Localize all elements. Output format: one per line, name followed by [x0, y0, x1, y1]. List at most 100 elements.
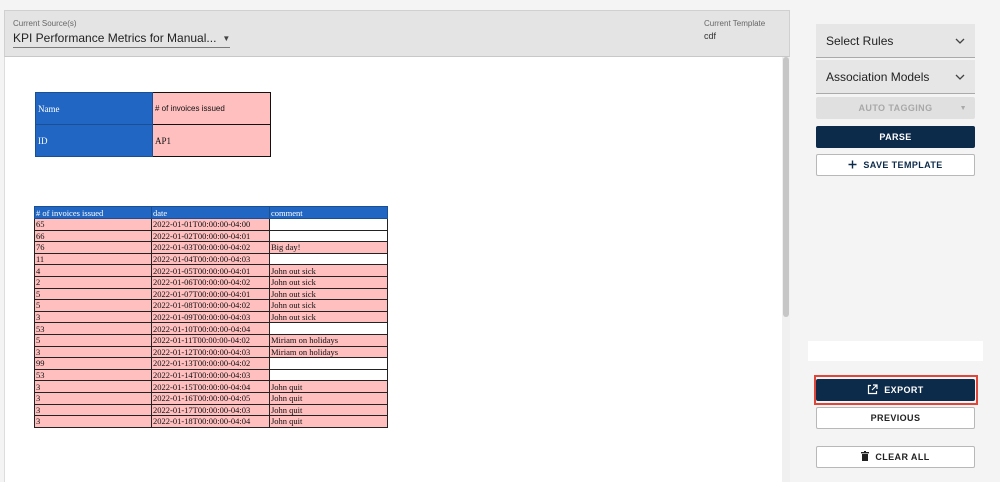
document-preview: Name # of invoices issued ID AP1 # of in… — [4, 57, 782, 482]
table-cell — [269, 322, 388, 335]
table-row: 5 2022-01-08T00:00:00-04:02 John out sick — [34, 299, 388, 312]
table-cell — [269, 229, 388, 243]
table-row: 2 2022-01-06T00:00:00-04:02 John out sick — [34, 275, 388, 289]
spacer-panel — [808, 341, 983, 361]
table-row: 76 2022-01-03T00:00:00-04:02 Big day! — [34, 241, 388, 254]
table-cell: 2022-01-02T00:00:00-04:01 — [151, 229, 270, 243]
table-row: 53 2022-01-10T00:00:00-04:04 — [34, 322, 388, 335]
table-row: 3 2022-01-12T00:00:00-04:03 Miriam on holi… — [34, 345, 388, 359]
source-value: KPI Performance Metrics for Manual... — [13, 31, 217, 45]
table-row: 66 2022-01-02T00:00:00-04:01 — [34, 229, 388, 243]
table-cell: John out sick — [269, 287, 388, 301]
table-cell: 2022-01-01T00:00:00-04:00 — [151, 218, 270, 231]
clear-all-label: CLEAR ALL — [875, 452, 930, 462]
table-cell: 3 — [34, 403, 152, 417]
data-table-body: 65 2022-01-01T00:00:00-04:00 66 2022-01-02T… — [34, 218, 388, 428]
previous-label: PREVIOUS — [870, 413, 921, 423]
table-row: 3 2022-01-18T00:00:00-04:04 John quit — [34, 415, 388, 428]
table-cell: Miriam on holidays — [269, 345, 388, 359]
table-cell: 3 — [34, 391, 152, 405]
table-cell: 4 — [34, 264, 152, 277]
table-cell: 2022-01-04T00:00:00-04:03 — [151, 252, 270, 266]
table-cell: John quit — [269, 415, 388, 428]
association-models-label: Association Models — [826, 69, 930, 84]
table-cell: 3 — [34, 380, 152, 393]
table-cell: Miriam on holidays — [269, 333, 388, 347]
template-label: Current Template — [704, 19, 766, 28]
table-cell: 5 — [34, 287, 152, 301]
column-header: # of invoices issued — [34, 206, 152, 219]
table-cell — [269, 252, 388, 266]
table-cell: 2022-01-16T00:00:00-04:05 — [151, 391, 270, 405]
association-models-dropdown[interactable]: Association Models — [816, 60, 975, 94]
table-row: 3 2022-01-15T00:00:00-04:04 John quit — [34, 380, 388, 393]
table-row: Name # of invoices issued — [35, 92, 271, 125]
table-cell: 3 — [34, 415, 152, 428]
trash-icon — [861, 451, 870, 463]
table-cell: John out sick — [269, 310, 388, 324]
auto-tagging-label: AUTO TAGGING — [858, 103, 933, 113]
scroll-thumb[interactable] — [783, 57, 789, 317]
open-external-icon — [867, 383, 878, 397]
parse-label: PARSE — [879, 132, 912, 142]
table-cell: 2022-01-09T00:00:00-04:03 — [151, 310, 270, 324]
chevron-down-icon — [955, 35, 965, 47]
table-cell: 65 — [34, 218, 152, 231]
chevron-down-icon — [955, 71, 965, 83]
table-cell: 53 — [34, 368, 152, 382]
table-row: 4 2022-01-05T00:00:00-04:01 John out sick — [34, 264, 388, 277]
meta-key: Name — [35, 92, 153, 125]
table-cell: 2022-01-12T00:00:00-04:03 — [151, 345, 270, 359]
select-rules-label: Select Rules — [826, 33, 894, 48]
table-header-row: # of invoices issued date comment — [34, 206, 388, 219]
table-cell: 5 — [34, 299, 152, 312]
table-cell: 76 — [34, 241, 152, 254]
table-cell: 2022-01-14T00:00:00-04:03 — [151, 368, 270, 382]
table-row: 5 2022-01-11T00:00:00-04:02 Miriam on holi… — [34, 333, 388, 347]
table-row: 99 2022-01-13T00:00:00-04:02 — [34, 357, 388, 370]
clear-all-button[interactable]: CLEAR ALL — [816, 446, 975, 468]
table-cell: Big day! — [269, 241, 388, 254]
save-template-button[interactable]: SAVE TEMPLATE — [816, 154, 975, 176]
export-label: EXPORT — [884, 385, 924, 395]
meta-table: Name # of invoices issued ID AP1 — [35, 92, 271, 157]
save-template-label: SAVE TEMPLATE — [863, 160, 943, 170]
table-cell: 5 — [34, 333, 152, 347]
document-scrollbar[interactable] — [782, 57, 790, 482]
table-cell — [269, 357, 388, 370]
table-cell: John out sick — [269, 275, 388, 289]
table-cell: 11 — [34, 252, 152, 266]
table-cell: 66 — [34, 229, 152, 243]
meta-value: AP1 — [152, 124, 271, 157]
parse-button[interactable]: PARSE — [816, 126, 975, 148]
export-button[interactable]: EXPORT — [816, 379, 975, 401]
table-cell — [269, 368, 388, 382]
table-cell: 2022-01-08T00:00:00-04:02 — [151, 299, 270, 312]
table-cell: John quit — [269, 391, 388, 405]
table-cell: 2022-01-05T00:00:00-04:01 — [151, 264, 270, 277]
table-row: 3 2022-01-17T00:00:00-04:03 John quit — [34, 403, 388, 417]
table-cell: John out sick — [269, 264, 388, 277]
table-cell: 2022-01-17T00:00:00-04:03 — [151, 403, 270, 417]
auto-tagging-button[interactable]: AUTO TAGGING ▼ — [816, 97, 975, 119]
table-row: 5 2022-01-07T00:00:00-04:01 John out sick — [34, 287, 388, 301]
template-value: cdf — [704, 31, 717, 41]
table-row: ID AP1 — [35, 124, 271, 157]
table-cell: John out sick — [269, 299, 388, 312]
data-table: # of invoices issued date comment 65 2022… — [34, 206, 388, 428]
source-select[interactable]: KPI Performance Metrics for Manual... ▼ — [13, 31, 231, 48]
table-cell: 3 — [34, 345, 152, 359]
caret-down-icon: ▼ — [959, 104, 967, 112]
table-cell: 99 — [34, 357, 152, 370]
source-bar: Current Source(s) KPI Performance Metric… — [4, 10, 790, 57]
table-cell: 53 — [34, 322, 152, 335]
table-cell: 2022-01-13T00:00:00-04:02 — [151, 357, 270, 370]
table-cell: John quit — [269, 403, 388, 417]
table-row: 3 2022-01-09T00:00:00-04:03 John out sick — [34, 310, 388, 324]
meta-value: # of invoices issued — [152, 92, 271, 125]
previous-button[interactable]: PREVIOUS — [816, 407, 975, 429]
table-cell: 2022-01-03T00:00:00-04:02 — [151, 241, 270, 254]
select-rules-dropdown[interactable]: Select Rules — [816, 24, 975, 58]
column-header: date — [151, 206, 270, 219]
table-row: 3 2022-01-16T00:00:00-04:05 John quit — [34, 391, 388, 405]
